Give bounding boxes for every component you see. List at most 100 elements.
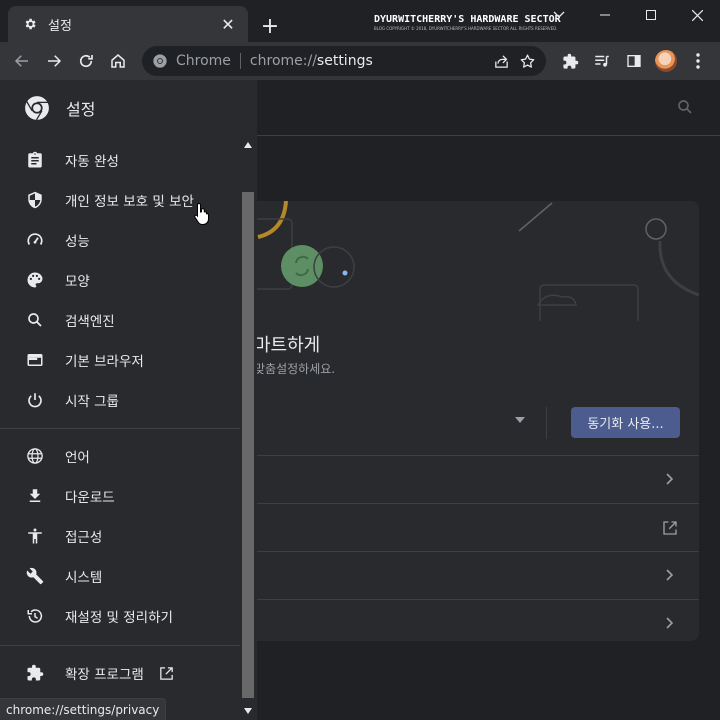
nav-divider	[0, 428, 240, 429]
arrow-left-icon	[14, 55, 28, 67]
nav-item-performance[interactable]: 성능	[0, 220, 240, 260]
shield-icon	[24, 189, 46, 211]
nav-item-reset-cleanup[interactable]: 재설정 및 정리하기	[0, 596, 240, 636]
profile-avatar[interactable]	[655, 50, 677, 72]
chevron-right-icon	[666, 473, 673, 485]
chrome-logo-icon	[25, 96, 49, 121]
omnibox-actions	[488, 49, 540, 73]
nav-item-accessibility[interactable]: 접근성	[0, 516, 240, 556]
extensions-button[interactable]	[554, 45, 586, 77]
nav-item-label: 다운로드	[65, 490, 115, 506]
nav-item-extensions[interactable]: 확장 프로그램	[0, 653, 240, 693]
chevron-right-icon	[666, 617, 673, 629]
search-icon	[24, 309, 46, 331]
url-scheme: chrome://	[249, 53, 317, 69]
gear-icon	[22, 16, 38, 32]
address-bar[interactable]: Chrome chrome://settings	[142, 46, 546, 76]
nav-item-label: 모양	[65, 274, 90, 290]
speedometer-icon	[24, 229, 46, 251]
browser-window: 설정 ✕ + DYURWITCHERRY'S HARDWARE SECTOR B…	[0, 0, 720, 720]
turn-on-sync-button[interactable]: 동기화 사용...	[571, 407, 680, 438]
hand-cursor-icon	[194, 202, 209, 225]
close-window-button[interactable]	[674, 0, 720, 30]
back-button[interactable]	[6, 45, 38, 77]
share-icon	[494, 54, 508, 68]
omnibox-separator	[239, 53, 241, 69]
new-tab-button[interactable]: +	[258, 14, 282, 39]
drawer-scrollbar[interactable]	[240, 136, 257, 720]
nav-item-label: 언어	[65, 450, 90, 466]
card-row[interactable]	[240, 455, 699, 503]
nav-item-label: 성능	[65, 234, 90, 250]
hero-subtitle: 맞춤설정하세요.	[254, 362, 336, 376]
power-icon	[24, 389, 46, 411]
side-panel-button[interactable]	[618, 45, 650, 77]
nav-item-label: 접근성	[65, 530, 103, 546]
drawer-header: 설정	[0, 80, 257, 136]
toolbar: Chrome chrome://settings	[0, 42, 720, 80]
tab-search-button[interactable]	[536, 0, 582, 30]
card-row[interactable]	[240, 551, 699, 599]
chevron-down-icon	[553, 11, 565, 18]
chevron-right-icon	[666, 569, 673, 581]
nav-item-label: 자동 완성	[65, 154, 119, 170]
side-panel-icon	[627, 55, 641, 67]
arrow-right-icon	[48, 55, 62, 67]
nav-item-label: 기본 브라우저	[65, 354, 144, 370]
scroll-down-arrow-icon[interactable]	[244, 708, 252, 714]
puzzle-icon	[562, 53, 578, 69]
search-icon	[678, 100, 692, 114]
nav-item-on-startup[interactable]: 시작 그룹	[0, 380, 240, 420]
account-dropdown-caret[interactable]	[515, 417, 525, 423]
close-tab-icon[interactable]: ✕	[218, 14, 238, 34]
drawer-nav: 자동 완성 개인 정보 보호 및 보안 성능 모양 검색엔진 기본 브라우저 시…	[0, 140, 240, 720]
watermark-logo: DYURWITCHERRY'S HARDWARE SECTOR BLOG COP…	[374, 14, 561, 31]
nav-item-label: 검색엔진	[65, 314, 115, 330]
reload-button[interactable]	[70, 45, 102, 77]
hero-title: 마트하게	[254, 335, 321, 356]
status-bubble-url: chrome://settings/privacy	[0, 698, 167, 720]
accessibility-icon	[24, 525, 46, 547]
card-row[interactable]	[240, 503, 699, 551]
nav-item-search-engine[interactable]: 검색엔진	[0, 300, 240, 340]
window-controls	[536, 0, 720, 30]
maximize-icon	[646, 10, 656, 20]
forward-button[interactable]	[38, 45, 70, 77]
home-icon	[111, 54, 125, 68]
nav-item-languages[interactable]: 언어	[0, 436, 240, 476]
nav-item-label: 시작 그룹	[65, 394, 119, 410]
nav-item-system[interactable]: 시스템	[0, 556, 240, 596]
vertical-separator	[546, 407, 547, 439]
watermark-subtitle: BLOG COPYRIGHT © 2018, DYURWITCHERRY'S H…	[374, 26, 558, 31]
minimize-button[interactable]	[582, 0, 628, 30]
toolbar-right	[554, 45, 714, 77]
playlist-music-icon	[595, 55, 609, 67]
nav-item-default-browser[interactable]: 기본 브라우저	[0, 340, 240, 380]
nav-item-autofill[interactable]: 자동 완성	[0, 140, 240, 180]
url-path: settings	[316, 53, 373, 69]
nav-item-appearance[interactable]: 모양	[0, 260, 240, 300]
hero-illustration	[240, 201, 699, 321]
nav-item-label: 시스템	[65, 570, 103, 586]
kebab-menu-icon	[696, 53, 700, 69]
scroll-up-arrow-icon[interactable]	[244, 142, 252, 148]
chrome-icon	[153, 54, 167, 68]
drawer-title: 설정	[66, 100, 96, 119]
share-button[interactable]	[488, 49, 514, 73]
tab-settings[interactable]: 설정 ✕	[8, 6, 248, 42]
media-controls-button[interactable]	[586, 45, 618, 77]
card-row[interactable]	[240, 599, 699, 641]
search-settings-button[interactable]	[676, 98, 694, 120]
menu-button[interactable]	[682, 45, 714, 77]
maximize-button[interactable]	[628, 0, 674, 30]
tab-title: 설정	[48, 18, 72, 34]
puzzle-icon	[24, 662, 46, 684]
nav-item-label: 확장 프로그램	[65, 667, 144, 683]
home-button[interactable]	[102, 45, 134, 77]
minimize-icon	[600, 14, 610, 16]
nav-item-downloads[interactable]: 다운로드	[0, 476, 240, 516]
scrollbar-thumb[interactable]	[242, 192, 254, 698]
bookmark-button[interactable]	[514, 49, 540, 73]
download-icon	[24, 485, 46, 507]
nav-item-label: 재설정 및 정리하기	[65, 610, 173, 626]
